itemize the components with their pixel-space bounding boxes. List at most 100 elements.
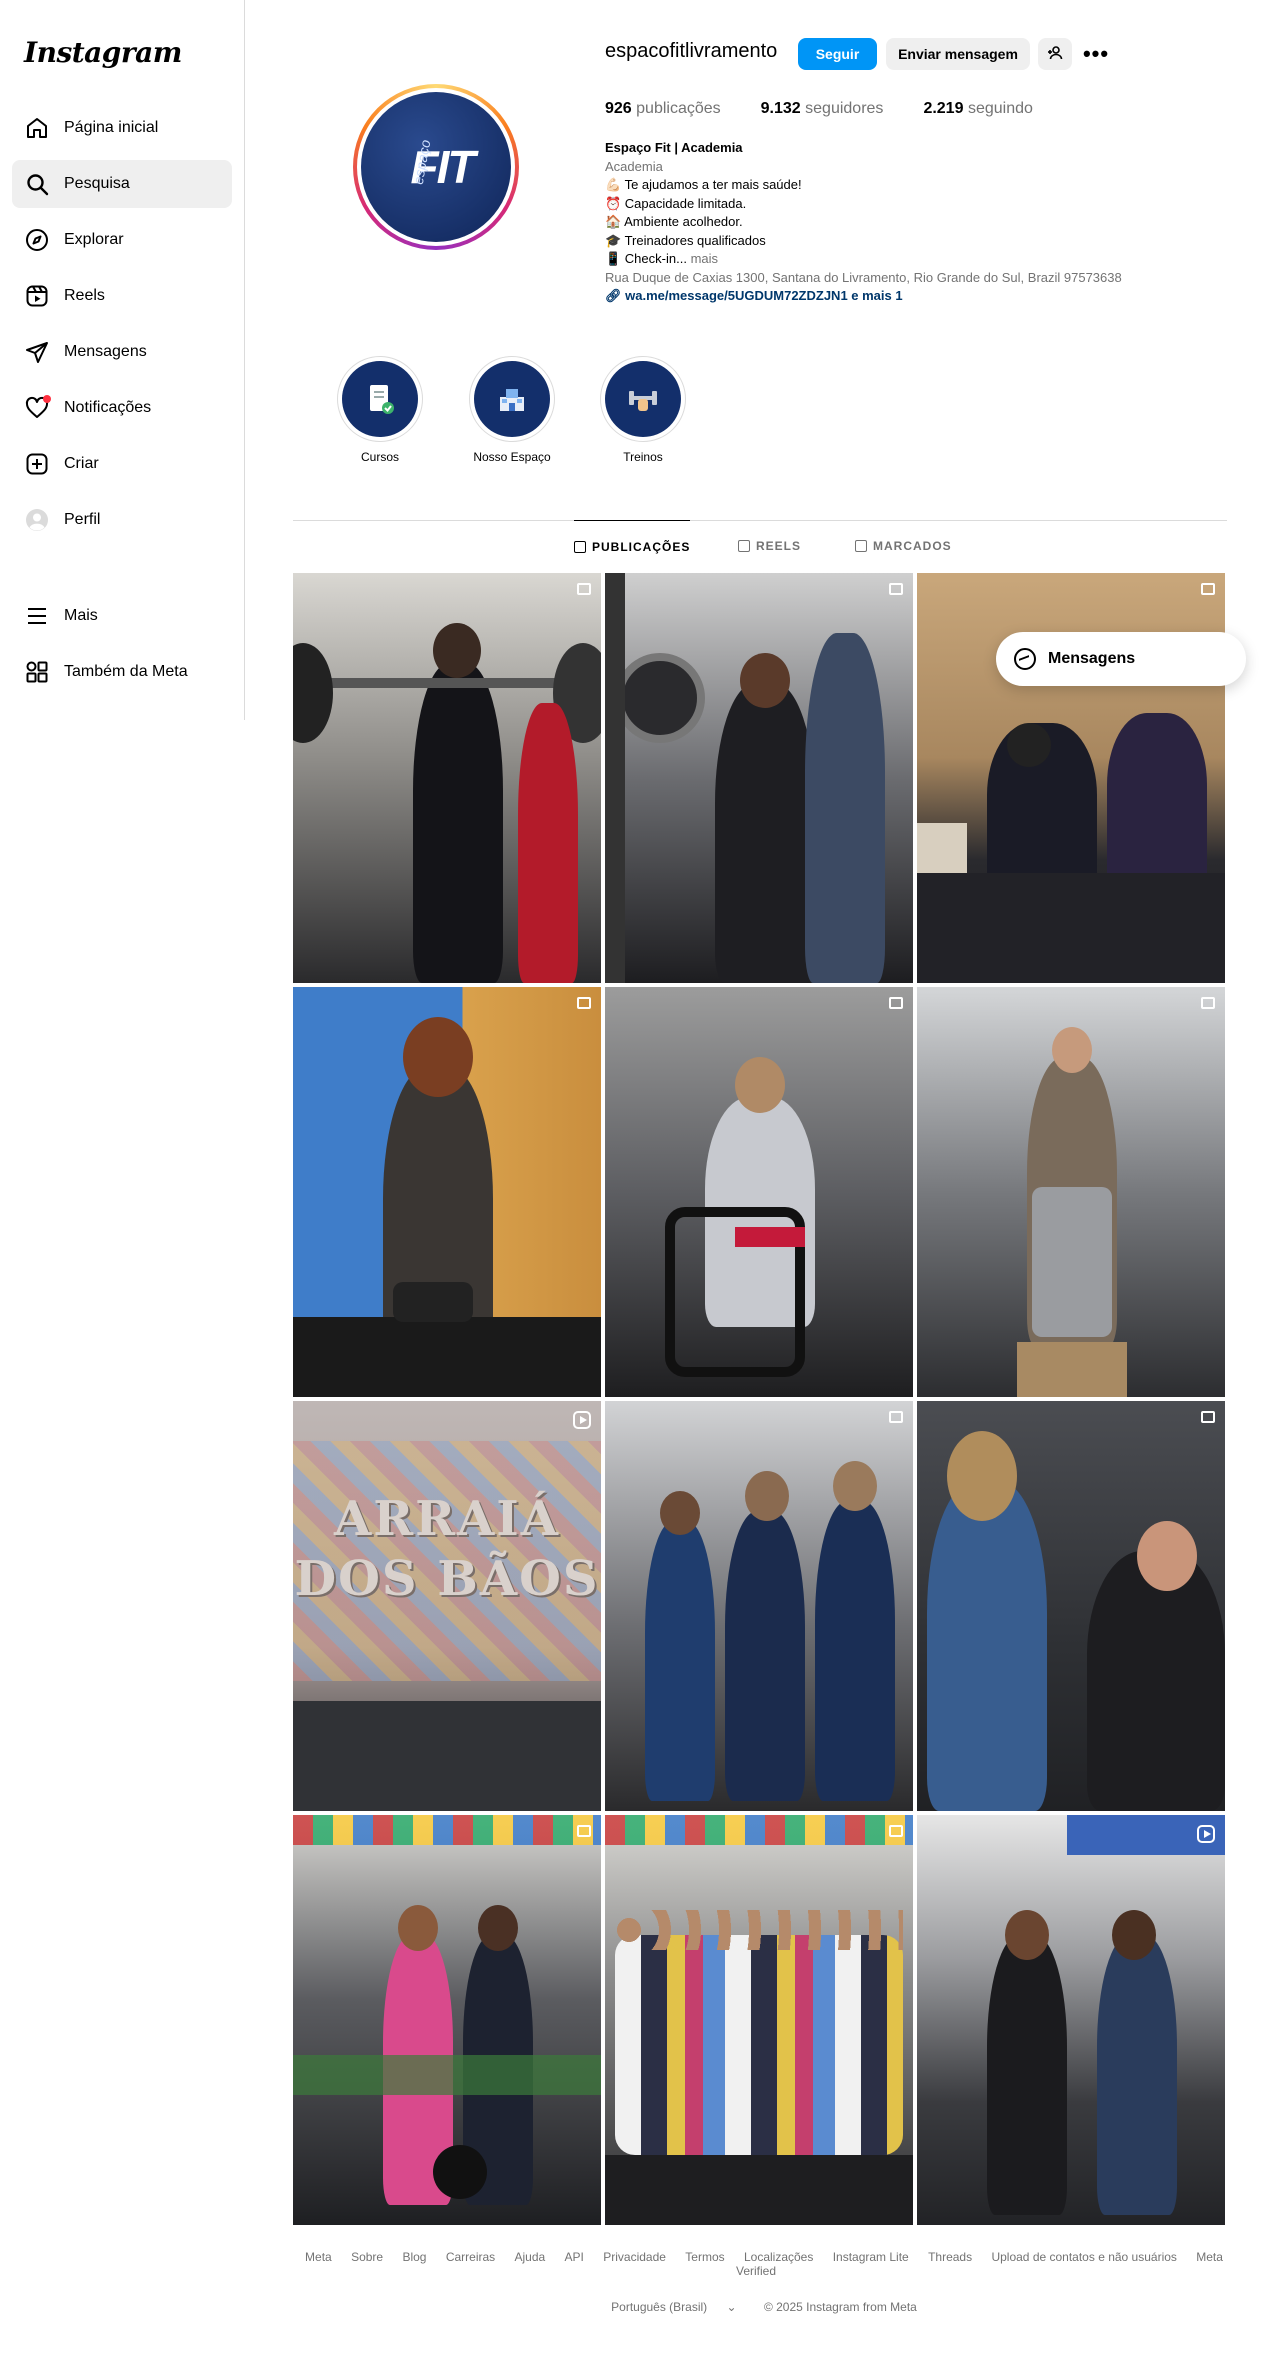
following-count[interactable]: 2.219 seguindo <box>923 100 1032 118</box>
post-tile[interactable] <box>293 573 601 983</box>
heart-icon <box>24 395 51 421</box>
options-button[interactable]: ••• <box>1080 38 1112 70</box>
bio-category: Academia <box>605 158 663 174</box>
highlight-cursos[interactable]: Cursos <box>330 356 430 464</box>
carousel-icon <box>1201 1411 1215 1423</box>
highlight-treinos[interactable]: Treinos <box>593 356 693 464</box>
posts-grid: ARRAIÁ DOS BÃOS <box>293 573 1225 2225</box>
carousel-icon <box>889 1411 903 1423</box>
grid-icon <box>574 540 586 553</box>
carousel-icon <box>1201 583 1215 595</box>
sidebar-item-label: Perfil <box>64 511 101 528</box>
sidebar-item-explore[interactable]: Explorar <box>12 216 232 264</box>
footer-link[interactable]: API <box>565 2250 584 2264</box>
sidebar-item-label: Criar <box>64 455 99 472</box>
bio-line-truncated: 📱 Check-in... mais <box>605 251 719 266</box>
bio-link[interactable]: 🔗︎ wa.me/message/5UGDUM72ZDZJN1 e mais 1 <box>605 287 1205 306</box>
footer-link[interactable]: Blog <box>402 2250 426 2264</box>
gym-building-icon <box>474 361 550 437</box>
tab-marcados[interactable]: MARCADOS <box>855 520 952 572</box>
sidebar-item-label: Notificações <box>64 399 152 416</box>
sidebar-item-profile[interactable]: Perfil <box>12 496 232 544</box>
search-icon <box>24 171 50 197</box>
highlight-nosso-espaco[interactable]: Nosso Espaço <box>462 356 562 464</box>
sidebar-item-search[interactable]: Pesquisa <box>12 160 232 208</box>
reels-icon <box>738 540 750 552</box>
tab-publicacoes[interactable]: PUBLICAÇÕES <box>574 520 691 572</box>
carousel-icon <box>889 997 903 1009</box>
post-tile[interactable] <box>293 1815 601 2225</box>
language-select[interactable]: Português (Brasil) ⌄ <box>603 2300 744 2314</box>
bio-line: 💪🏻 Te ajudamos a ter mais saúde! <box>605 177 802 192</box>
compass-icon <box>24 227 50 253</box>
sidebar-item-notifications[interactable]: Notificações <box>12 384 232 432</box>
footer-link[interactable]: Carreiras <box>446 2250 495 2264</box>
menu-icon <box>24 603 50 629</box>
more-dots-icon: ••• <box>1082 41 1110 66</box>
bio-more-link[interactable]: mais <box>691 251 718 266</box>
floating-messages-button[interactable]: Mensagens <box>996 632 1246 686</box>
tab-reels[interactable]: REELS <box>738 520 801 572</box>
post-tile[interactable]: ARRAIÁ DOS BÃOS <box>293 1401 601 1811</box>
post-tile[interactable] <box>605 1815 913 2225</box>
bio-line: 🎓 Treinadores qualificados <box>605 232 766 248</box>
followers-count[interactable]: 9.132 seguidores <box>761 100 884 118</box>
post-tile[interactable] <box>605 1401 913 1811</box>
sidebar-item-label: Mensagens <box>64 343 147 360</box>
instagram-logo[interactable]: Instagram <box>24 36 182 69</box>
sidebar-item-label: Reels <box>64 287 105 304</box>
footer-link[interactable]: Ajuda <box>515 2250 546 2264</box>
footer-link[interactable]: Instagram Lite <box>833 2250 909 2264</box>
bio-name: Espaço Fit | Academia <box>605 140 743 155</box>
posts-count: 926 publicações <box>605 100 721 117</box>
sidebar-item-label: Mais <box>64 607 98 624</box>
reels-icon <box>24 283 50 309</box>
highlight-label: Cursos <box>360 450 399 464</box>
chevron-down-icon: ⌄ <box>726 2300 737 2314</box>
suggest-accounts-button[interactable] <box>1038 38 1072 70</box>
sidebar-item-home[interactable]: Página inicial <box>12 104 232 152</box>
home-icon <box>24 115 50 141</box>
sidebar-item-messages[interactable]: Mensagens <box>12 328 232 376</box>
highlight-label: Nosso Espaço <box>473 450 551 464</box>
post-tile[interactable] <box>917 987 1225 1397</box>
highlight-label: Treinos <box>623 450 663 464</box>
profile-stats: 926 publicações 9.132 seguidores 2.219 s… <box>605 100 1073 118</box>
footer-link[interactable]: Upload de contatos e não usuários <box>991 2250 1176 2264</box>
bio-address[interactable]: Rua Duque de Caxias 1300, Santana do Liv… <box>605 269 1205 288</box>
footer-link[interactable]: Sobre <box>351 2250 383 2264</box>
footer: Meta Sobre Blog Carreiras Ajuda API Priv… <box>293 2250 1227 2314</box>
footer-link[interactable]: Localizações <box>744 2250 813 2264</box>
sidebar-item-meta[interactable]: Também da Meta <box>12 648 232 696</box>
footer-link[interactable]: Termos <box>685 2250 724 2264</box>
carousel-icon <box>577 997 591 1009</box>
sidebar-item-label: Página inicial <box>64 119 159 136</box>
post-tile[interactable] <box>917 1815 1225 2225</box>
sidebar-item-reels[interactable]: Reels <box>12 272 232 320</box>
profile-username: espacofitlivramento <box>605 40 778 62</box>
copyright: © 2025 Instagram from Meta <box>763 2300 917 2314</box>
follow-button[interactable]: Seguir <box>798 38 877 70</box>
profile-avatar[interactable]: espaço FIT <box>353 84 519 250</box>
carousel-icon <box>889 1825 903 1837</box>
reel-icon <box>1197 1825 1215 1843</box>
meta-apps-icon <box>24 659 50 685</box>
post-tile[interactable] <box>605 573 913 983</box>
profile-avatar-icon <box>24 507 50 533</box>
sidebar-item-label: Explorar <box>64 231 124 248</box>
post-tile[interactable] <box>293 987 601 1397</box>
sidebar-item-create[interactable]: Criar <box>12 440 232 488</box>
reel-icon <box>573 1411 591 1429</box>
post-tile[interactable] <box>605 987 913 1397</box>
tagged-icon <box>855 540 867 552</box>
link-icon: 🔗︎ <box>605 288 622 303</box>
send-message-button[interactable]: Enviar mensagem <box>886 38 1030 70</box>
sidebar-item-more[interactable]: Mais <box>12 592 232 640</box>
footer-link[interactable]: Threads <box>928 2250 972 2264</box>
sidebar-item-label: Pesquisa <box>64 175 130 192</box>
footer-link[interactable]: Privacidade <box>603 2250 666 2264</box>
carousel-icon <box>577 1825 591 1837</box>
footer-link[interactable]: Meta <box>305 2250 332 2264</box>
post-tile[interactable] <box>917 1401 1225 1811</box>
carousel-icon <box>889 583 903 595</box>
